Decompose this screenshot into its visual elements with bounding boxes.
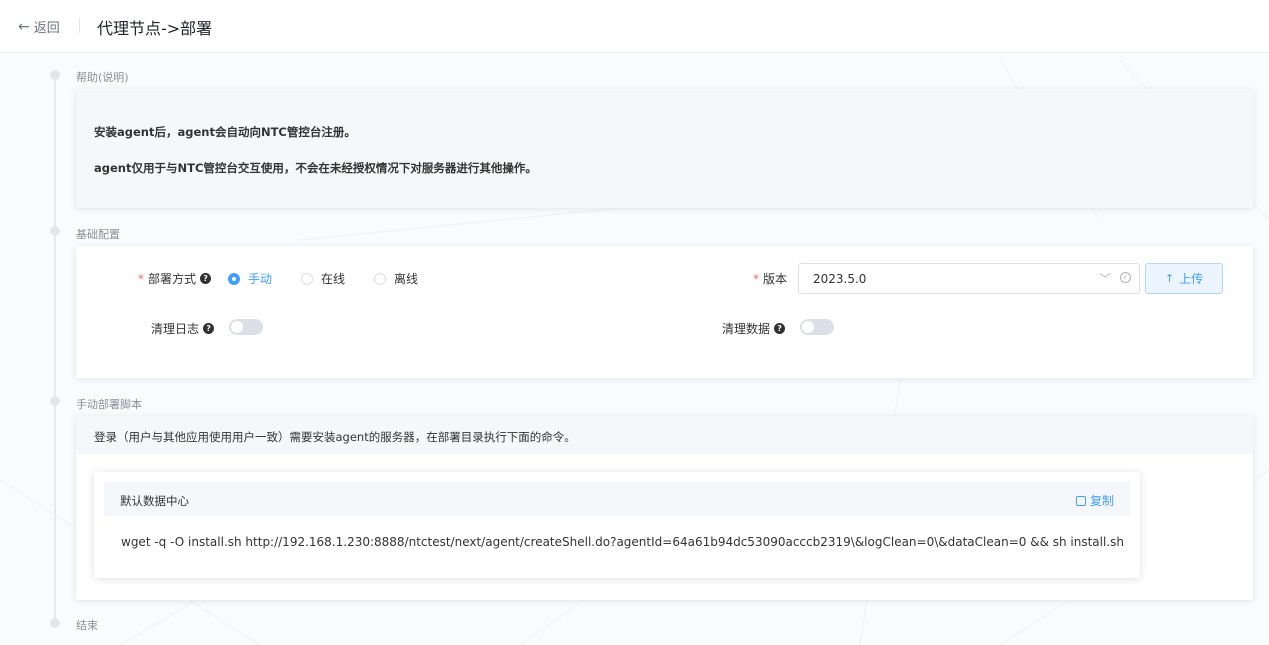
radio-offline[interactable]: 离线 xyxy=(374,270,418,287)
copy-icon xyxy=(1075,495,1086,506)
radio-circle xyxy=(374,272,386,285)
help-line-1: 安装agent后，agent会自动向NTC管控台注册。 xyxy=(94,125,356,139)
check-circle-icon: ✓ xyxy=(1120,272,1131,283)
timeline-dot-help xyxy=(50,70,60,80)
deploy-method-label: * 部署方式 ? xyxy=(138,270,212,287)
script-description: 登录（用户与其他应用使用用户一致）需要安装agent的服务器，在部署目录执行下面… xyxy=(94,430,576,444)
copy-label: 复制 xyxy=(1089,494,1114,508)
copy-button[interactable]: 复制 xyxy=(1075,492,1114,509)
timeline-dot-script xyxy=(50,396,60,406)
switch-knob xyxy=(231,321,243,333)
upload-icon: ↑ xyxy=(1164,272,1175,285)
clean-data-text: 清理数据 xyxy=(722,322,771,336)
deploy-method-text: 部署方式 xyxy=(148,272,197,286)
clean-log-label: 清理日志 ? xyxy=(151,320,215,337)
question-icon[interactable]: ? xyxy=(203,323,215,334)
version-value: 2023.5.0 xyxy=(813,272,867,286)
back-button[interactable]: ← 返回 xyxy=(18,17,60,37)
question-icon[interactable]: ? xyxy=(200,273,212,284)
clean-data-label: 清理数据 ? xyxy=(722,320,786,337)
step-label-basic: 基础配置 xyxy=(76,228,120,241)
manual-script-panel: 登录（用户与其他应用使用用户一致）需要安装agent的服务器，在部署目录执行下面… xyxy=(76,416,1253,600)
required-mark: * xyxy=(138,271,144,286)
help-panel: 安装agent后，agent会自动向NTC管控台注册。 agent仅用于与NTC… xyxy=(76,89,1253,208)
script-description-bar: 登录（用户与其他应用使用用户一致）需要安装agent的服务器，在部署目录执行下面… xyxy=(76,416,1253,454)
radio-online[interactable]: 在线 xyxy=(301,270,345,287)
switch-knob xyxy=(802,321,814,333)
radio-manual[interactable]: 手动 xyxy=(228,270,272,287)
upload-label: 上传 xyxy=(1179,272,1204,286)
command-card: 默认数据中心 复制 wget -q -O install.sh http://1… xyxy=(94,472,1140,578)
command-card-header: 默认数据中心 复制 xyxy=(104,482,1130,516)
install-command[interactable]: wget -q -O install.sh http://192.168.1.2… xyxy=(121,535,1124,549)
arrow-left-icon: ← xyxy=(18,18,30,35)
chevron-down-icon: ﹀ xyxy=(1098,272,1111,286)
datacenter-name: 默认数据中心 xyxy=(120,494,189,508)
version-label-text: 版本 xyxy=(763,272,788,286)
radio-manual-label: 手动 xyxy=(248,272,273,286)
question-icon[interactable]: ? xyxy=(774,323,786,334)
clean-log-switch[interactable] xyxy=(229,319,263,335)
required-mark: * xyxy=(753,271,759,286)
page-header: ← 返回 代理节点->部署 xyxy=(0,0,1269,53)
step-label-help: 帮助(说明) xyxy=(76,71,129,84)
basic-config-panel: * 部署方式 ? 手动 在线 离线 * 版本 2023.5.0 ﹀ ✓ ↑ 上传… xyxy=(76,246,1253,378)
upload-button[interactable]: ↑ 上传 xyxy=(1145,263,1223,294)
page-title: 代理节点->部署 xyxy=(97,19,213,38)
version-select[interactable]: 2023.5.0 ﹀ ✓ xyxy=(798,263,1140,294)
help-line-2: agent仅用于与NTC管控台交互使用，不会在未经授权情况下对服务器进行其他操作… xyxy=(94,161,537,175)
radio-online-label: 在线 xyxy=(321,272,346,286)
clean-log-text: 清理日志 xyxy=(151,322,200,336)
step-label-end: 结束 xyxy=(76,619,98,632)
radio-circle xyxy=(301,272,313,285)
radio-offline-label: 离线 xyxy=(394,272,419,286)
version-label: * 版本 xyxy=(753,270,787,287)
step-label-script: 手动部署脚本 xyxy=(76,398,142,411)
timeline-line xyxy=(54,80,56,625)
clean-data-switch[interactable] xyxy=(800,319,834,335)
radio-circle xyxy=(228,272,240,285)
timeline-dot-end xyxy=(50,618,60,628)
timeline-dot-basic xyxy=(50,226,60,236)
back-label: 返回 xyxy=(33,21,60,36)
header-divider xyxy=(79,18,80,33)
